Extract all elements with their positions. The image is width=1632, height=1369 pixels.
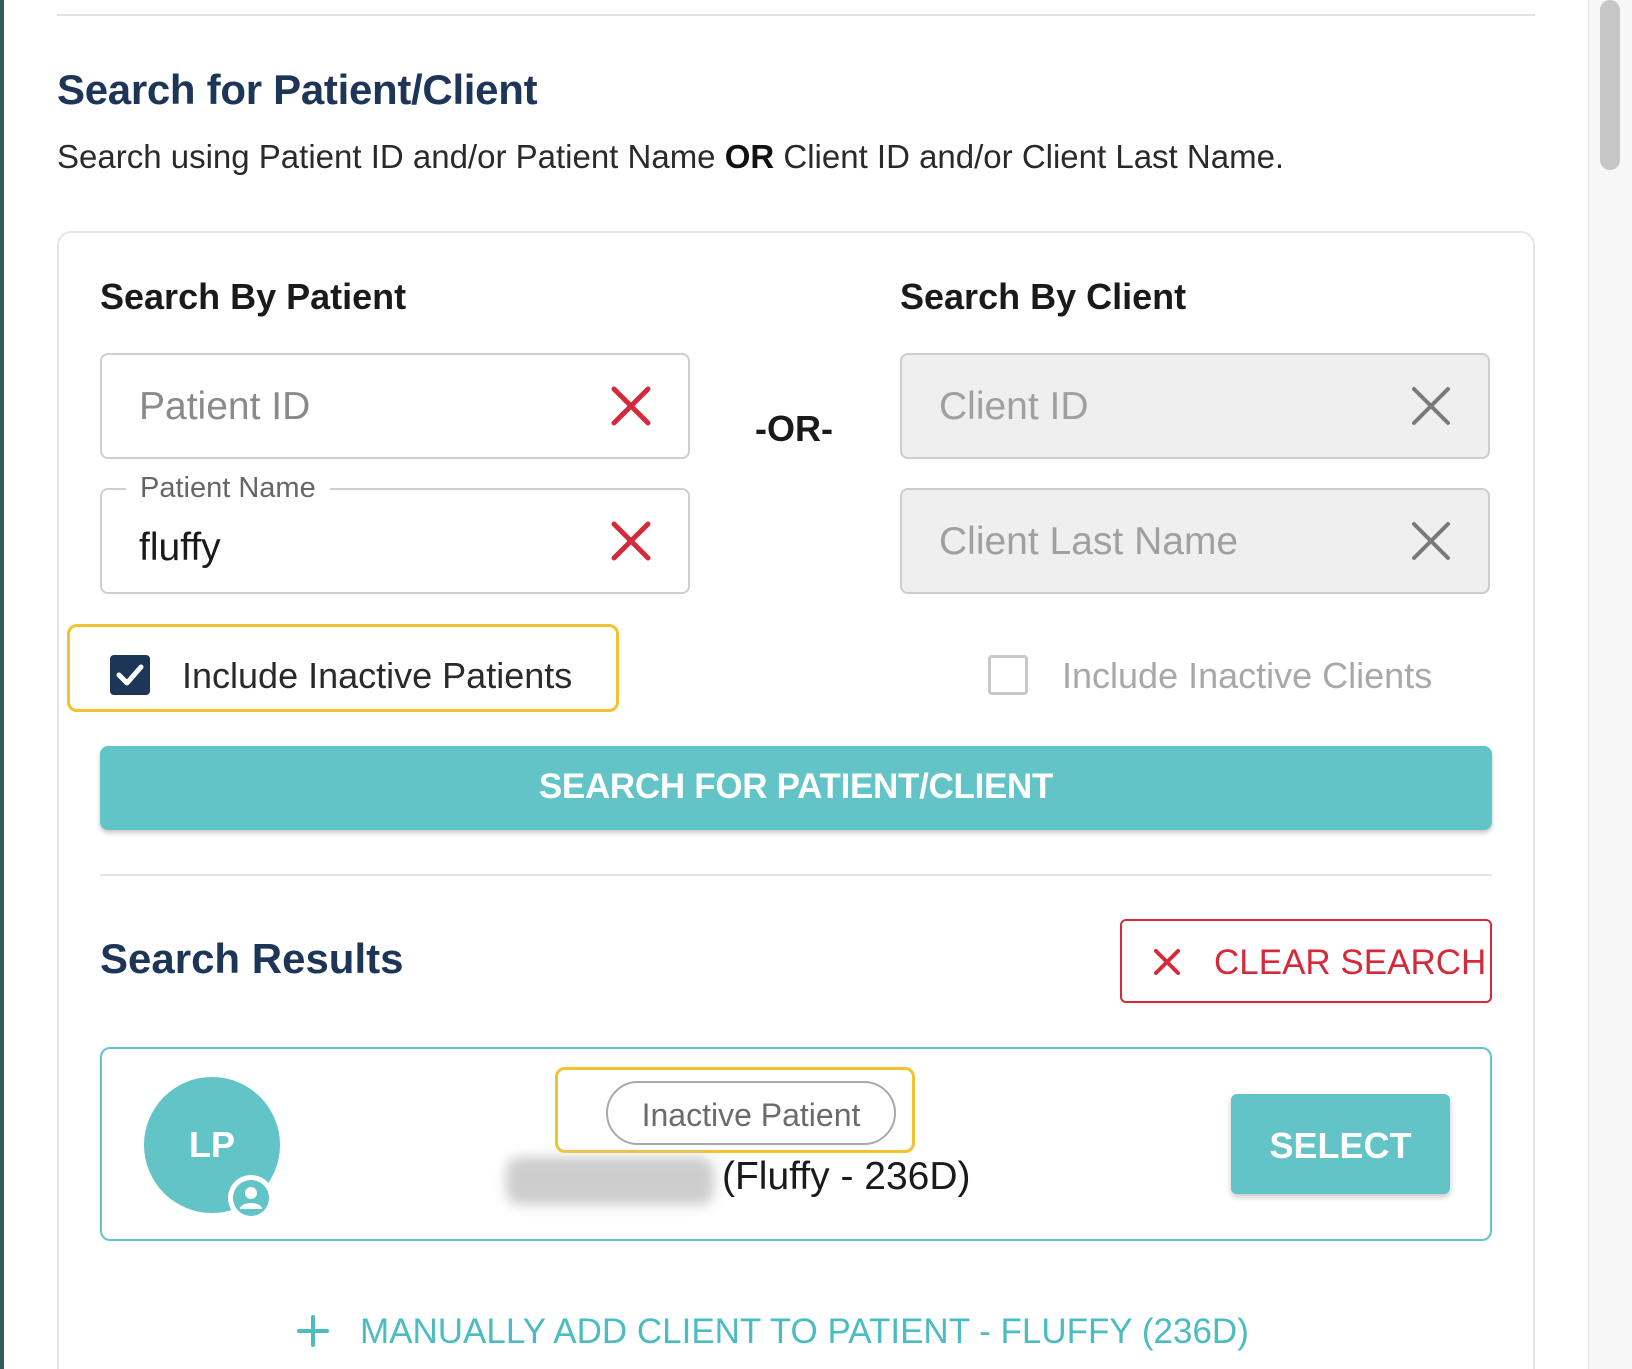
scrollbar-track[interactable] (1588, 0, 1632, 1369)
clear-search-label: CLEAR SEARCH (1214, 943, 1487, 982)
status-badge-label: Inactive Patient (641, 1097, 861, 1133)
include-inactive-clients-checkbox[interactable] (988, 655, 1028, 695)
close-icon (1154, 949, 1180, 975)
avatar-initials: LP (188, 1124, 235, 1165)
subtitle-text: Search using Patient ID and/or Patient N… (57, 138, 725, 175)
subtitle-or: OR (724, 138, 775, 175)
clear-patient-id-icon[interactable] (608, 383, 654, 429)
result-card: LP Inactive Patient (Fluffy - 236D) SELE… (100, 1047, 1492, 1241)
or-separator: -OR- (755, 408, 833, 449)
manually-add-client-label: MANUALLY ADD CLIENT TO PATIENT - FLUFFY … (360, 1312, 1249, 1351)
results-divider (100, 874, 1492, 876)
patient-name-label: Patient Name (126, 472, 330, 505)
search-by-client-label: Search By Client (900, 276, 1187, 317)
checkmark-icon (116, 664, 144, 686)
clear-client-last-name-icon[interactable] (1408, 518, 1454, 564)
client-last-name-field[interactable]: Client Last Name (900, 488, 1490, 594)
page-title: Search for Patient/Client (57, 66, 538, 113)
search-for-patient-client-button[interactable]: SEARCH FOR PATIENT/CLIENT (100, 746, 1492, 830)
client-badge (228, 1175, 274, 1221)
include-inactive-patients-checkbox[interactable] (110, 655, 150, 695)
patient-info: (Fluffy - 236D) (722, 1155, 971, 1198)
subtitle-text-2: Client ID and/or Client Last Name. (774, 138, 1285, 175)
include-inactive-patients-label[interactable]: Include Inactive Patients (182, 655, 572, 697)
redacted-client-name (506, 1157, 714, 1205)
client-last-name-placeholder: Client Last Name (939, 520, 1239, 563)
clear-client-id-icon[interactable] (1408, 383, 1454, 429)
plus-icon (297, 1315, 329, 1347)
scrollbar-thumb[interactable] (1600, 0, 1620, 170)
client-id-field[interactable]: Client ID (900, 353, 1490, 459)
patient-name-field[interactable]: Patient Name fluffy (100, 472, 690, 594)
patient-name-value: fluffy (139, 526, 221, 569)
top-divider (57, 14, 1535, 16)
window-edge (0, 0, 4, 1369)
select-button[interactable]: SELECT (1231, 1094, 1450, 1194)
person-icon (240, 1187, 262, 1209)
client-id-placeholder: Client ID (939, 385, 1089, 428)
patient-id-placeholder: Patient ID (139, 385, 311, 428)
page-subtitle: Search using Patient ID and/or Patient N… (57, 138, 1284, 176)
search-results-title: Search Results (100, 935, 404, 982)
select-button-label: SELECT (1269, 1125, 1412, 1166)
patient-id-field[interactable]: Patient ID (100, 353, 690, 459)
clear-search-button[interactable]: CLEAR SEARCH (1120, 919, 1492, 1003)
clear-patient-name-icon[interactable] (608, 518, 654, 564)
status-badge: Inactive Patient (606, 1081, 896, 1145)
search-by-patient-label: Search By Patient (100, 276, 407, 317)
search-button-label: SEARCH FOR PATIENT/CLIENT (538, 767, 1054, 806)
include-inactive-clients-label[interactable]: Include Inactive Clients (1062, 655, 1432, 697)
